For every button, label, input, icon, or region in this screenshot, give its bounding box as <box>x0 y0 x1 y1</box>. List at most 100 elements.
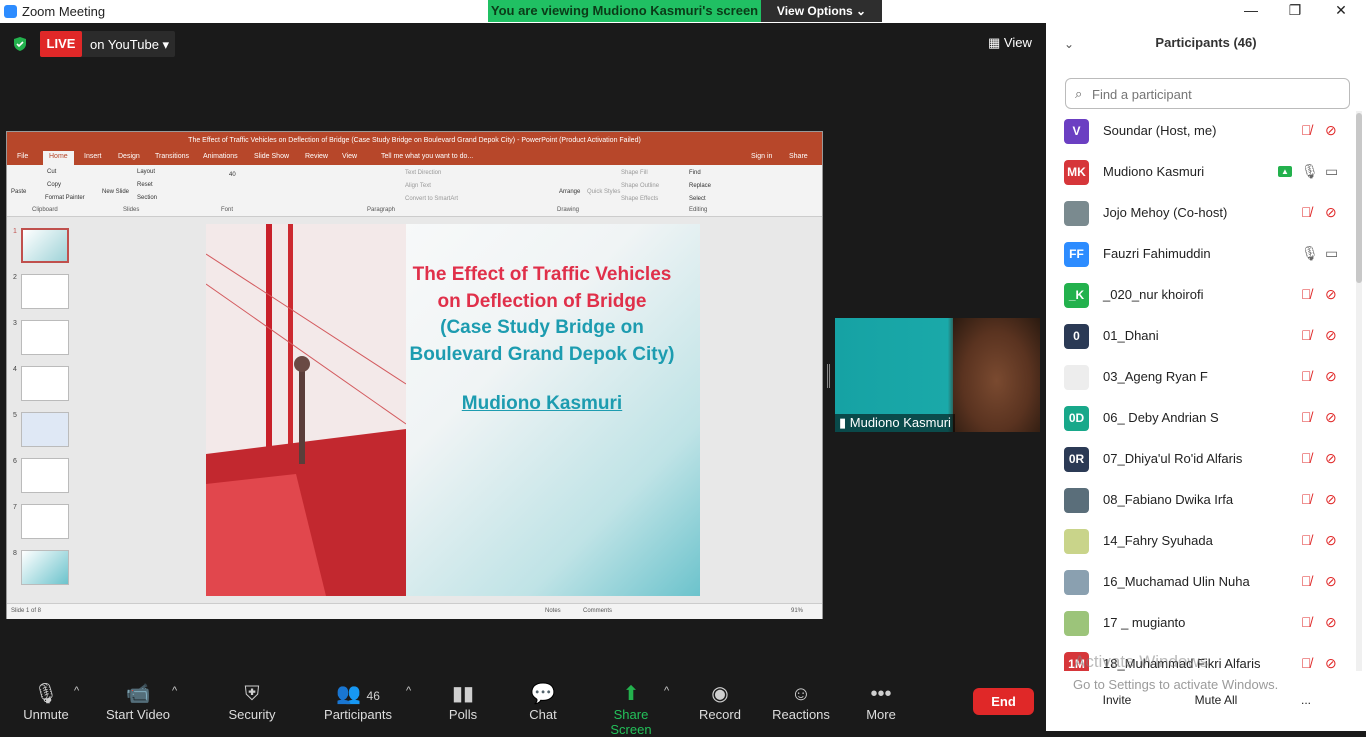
participant-avatar: 0D <box>1064 406 1089 431</box>
ppt-font-size: 40 <box>229 172 236 178</box>
participants-button[interactable]: 👥 46 Participants <box>322 681 394 722</box>
participant-row[interactable]: 08_Fabiano Dwika Irfa 🎙̸ ⊘ <box>1046 480 1354 521</box>
ppt-share: Share <box>789 153 808 160</box>
muted-mic-icon[interactable]: 🎙̸ <box>1301 491 1312 507</box>
video-off-icon[interactable]: ⊘ <box>1325 286 1337 303</box>
view-options-button[interactable]: View Options ⌄ <box>761 0 882 22</box>
ppt-section: Section <box>137 195 158 201</box>
participant-avatar <box>1064 570 1089 595</box>
shared-screen-powerpoint: The Effect of Traffic Vehicles on Deflec… <box>6 131 823 619</box>
ppt-new-slide: New Slide <box>102 189 130 195</box>
video-off-icon[interactable]: ⊘ <box>1325 532 1337 549</box>
muted-mic-icon[interactable]: 🎙̸ <box>1301 204 1312 220</box>
ppt-replace: Replace <box>689 183 712 189</box>
video-icon[interactable]: ▭ <box>1325 245 1338 262</box>
muted-mic-icon[interactable]: 🎙̸ <box>1301 532 1312 548</box>
screen-share-banner: You are viewing Mudiono Kasmuri's screen <box>488 0 761 22</box>
participant-avatar <box>1064 488 1089 513</box>
polls-icon: ▮▮ <box>451 683 474 705</box>
video-options-caret[interactable]: ^ <box>172 685 177 697</box>
ppt-cut: Cut <box>47 169 57 175</box>
shield-icon: ⛨ <box>244 683 260 705</box>
ppt-group-font: Font <box>221 207 234 213</box>
muted-mic-icon[interactable]: 🎙̸ <box>1301 409 1312 425</box>
ppt-zoom: 91% <box>791 608 804 614</box>
windows-activation-subtext: Go to Settings to activate Windows. <box>1073 677 1279 692</box>
unmute-button[interactable]: 🎙 Unmute <box>22 681 70 722</box>
participants-icon: 👥 46 <box>336 683 380 705</box>
minimize-button[interactable]: — <box>1236 2 1266 20</box>
participants-scrollbar[interactable] <box>1356 111 1362 671</box>
participant-row[interactable]: 0 01_Dhani 🎙̸ ⊘ <box>1046 316 1354 357</box>
slide-thumbnail <box>21 274 69 309</box>
participant-row[interactable]: MK Mudiono Kasmuri ▲ 🎙 ▭ <box>1046 152 1354 193</box>
video-off-icon[interactable]: ⊘ <box>1325 409 1337 426</box>
more-button[interactable]: ••• More <box>862 681 900 722</box>
muted-mic-icon[interactable]: 🎙̸ <box>1301 573 1312 589</box>
end-meeting-button[interactable]: End <box>973 688 1034 715</box>
participant-row[interactable]: 14_Fahry Syuhada 🎙̸ ⊘ <box>1046 521 1354 562</box>
chat-icon: 💬 <box>530 683 556 705</box>
reactions-button[interactable]: ☺ Reactions <box>772 681 830 722</box>
live-destination-dropdown[interactable]: on YouTube ▾ <box>90 37 169 53</box>
participant-row[interactable]: _K _020_nur khoirofi 🎙̸ ⊘ <box>1046 275 1354 316</box>
ppt-tab-transitions: Transitions <box>155 153 189 160</box>
participants-caret[interactable]: ^ <box>406 685 411 697</box>
security-button[interactable]: ⛨ Security <box>226 681 278 722</box>
ppt-paste: Paste <box>11 189 27 195</box>
encryption-shield-icon[interactable] <box>12 36 28 52</box>
audio-options-caret[interactable]: ^ <box>74 685 79 697</box>
speaker-thumbnail-video[interactable]: ▮ Mudiono Kasmuri <box>835 318 1040 432</box>
close-button[interactable]: ✕ <box>1326 2 1356 20</box>
video-icon[interactable]: ▭ <box>1325 163 1338 180</box>
video-off-icon[interactable]: ⊘ <box>1325 450 1337 467</box>
record-button[interactable]: ◉ Record <box>698 681 742 722</box>
muted-mic-icon[interactable]: 🎙̸ <box>1301 368 1312 384</box>
start-video-button[interactable]: 📹 Start Video <box>104 681 172 722</box>
chat-button[interactable]: 💬 Chat <box>524 681 562 722</box>
slide-title: The Effect of Traffic Vehicles on Deflec… <box>402 262 682 368</box>
muted-mic-icon[interactable]: 🎙̸ <box>1301 450 1312 466</box>
video-off-icon[interactable]: ⊘ <box>1325 655 1337 671</box>
polls-button[interactable]: ▮▮ Polls <box>444 681 482 722</box>
participant-row[interactable]: 0D 06_ Deby Andrian S 🎙̸ ⊘ <box>1046 398 1354 439</box>
split-drag-handle[interactable] <box>827 364 830 388</box>
video-off-icon[interactable]: ⊘ <box>1325 491 1337 508</box>
share-options-caret[interactable]: ^ <box>664 685 669 697</box>
panel-more-button[interactable]: ... <box>1296 686 1316 714</box>
muted-mic-icon[interactable]: 🎙̸ <box>1301 286 1312 302</box>
scrollbar-thumb[interactable] <box>1356 113 1362 283</box>
restore-button[interactable]: ❐ <box>1280 2 1310 20</box>
mic-icon[interactable]: 🎙 <box>1301 245 1319 262</box>
participant-row[interactable]: 17 _ mugianto 🎙̸ ⊘ <box>1046 603 1354 644</box>
participant-row[interactable]: 16_Muchamad Ulin Nuha 🎙̸ ⊘ <box>1046 562 1354 603</box>
video-off-icon[interactable]: ⊘ <box>1325 614 1337 631</box>
participant-search[interactable]: ⌕ <box>1065 78 1350 109</box>
muted-mic-icon[interactable]: 🎙̸ <box>1301 327 1312 343</box>
participant-avatar: 0R <box>1064 447 1089 472</box>
participant-row[interactable]: 0R 07_Dhiya'ul Ro'id Alfaris 🎙̸ ⊘ <box>1046 439 1354 480</box>
video-off-icon[interactable]: ⊘ <box>1325 368 1337 385</box>
ppt-select: Select <box>689 196 706 202</box>
participant-row[interactable]: 03_Ageng Ryan F 🎙̸ ⊘ <box>1046 357 1354 398</box>
participant-row[interactable]: FF Fauzri Fahimuddin 🎙 ▭ <box>1046 234 1354 275</box>
participant-row[interactable]: Jojo Mehoy (Co-host) 🎙̸ ⊘ <box>1046 193 1354 234</box>
video-off-icon[interactable]: ⊘ <box>1325 122 1337 139</box>
participant-search-input[interactable] <box>1092 84 1342 104</box>
muted-mic-icon[interactable]: 🎙̸ <box>1301 655 1312 671</box>
video-off-icon[interactable]: ⊘ <box>1325 204 1337 221</box>
ppt-group-clipboard: Clipboard <box>32 207 58 213</box>
muted-mic-icon[interactable]: 🎙̸ <box>1301 122 1312 138</box>
slide-thumbnail <box>21 458 69 493</box>
mic-icon[interactable]: 🎙 <box>1301 163 1319 180</box>
participant-row[interactable]: V Soundar (Host, me) 🎙̸ ⊘ <box>1046 111 1354 152</box>
polls-label: Polls <box>448 707 478 722</box>
view-layout-button[interactable]: ▦ View <box>988 35 1032 51</box>
video-off-icon[interactable]: ⊘ <box>1325 327 1337 344</box>
video-off-icon[interactable]: ⊘ <box>1325 573 1337 590</box>
search-icon: ⌕ <box>1075 86 1083 101</box>
muted-mic-icon[interactable]: 🎙̸ <box>1301 614 1312 630</box>
share-screen-button[interactable]: ⬆ Share Screen <box>594 681 668 737</box>
participant-name: Jojo Mehoy (Co-host) <box>1103 205 1228 220</box>
participant-name: 06_ Deby Andrian S <box>1103 410 1219 425</box>
